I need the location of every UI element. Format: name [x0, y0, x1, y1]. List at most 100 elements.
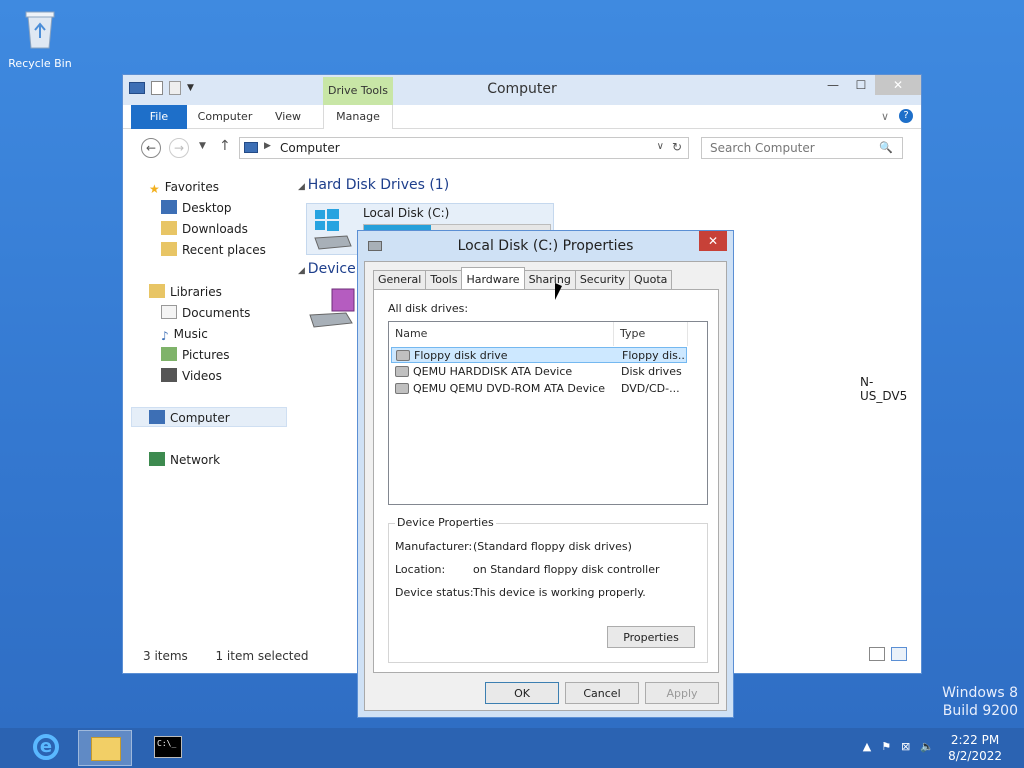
file-explorer-button[interactable] [78, 730, 132, 766]
internet-explorer-icon: e [33, 734, 59, 760]
floppy-drive-icon [396, 350, 410, 361]
column-header-name[interactable]: Name [389, 322, 614, 346]
nav-network-label: Network [170, 453, 221, 467]
device-status-label: Device status: [395, 586, 474, 599]
tab-computer[interactable]: Computer [195, 105, 255, 129]
recent-places-icon [161, 242, 177, 256]
group-hard-disk-drives[interactable]: ◢ Hard Disk Drives (1) [298, 177, 449, 193]
clock-time: 2:22 PM [950, 733, 1000, 747]
dvd-drive-label[interactable]: N-US_DV5 [860, 375, 918, 403]
navigation-bar: ← → ▼ ↑ ▶ Computer ∨ ↻ 🔍 [123, 133, 921, 163]
nav-favorites[interactable]: ★ Favorites [149, 177, 219, 197]
explorer-titlebar[interactable]: ▼ Drive Tools Computer — ☐ ✕ [123, 75, 921, 105]
cancel-button[interactable]: Cancel [565, 682, 639, 704]
nav-network[interactable]: Network [149, 450, 220, 470]
up-arrow-icon[interactable]: ↑ [219, 138, 231, 154]
location-label: Location: [395, 563, 446, 576]
disk-drives-list[interactable]: Name Type Floppy disk drive Floppy dis..… [388, 321, 708, 505]
column-header-type[interactable]: Type [614, 322, 688, 346]
tab-security[interactable]: Security [574, 270, 630, 290]
search-icon[interactable]: 🔍 [879, 141, 893, 154]
list-item[interactable]: QEMU HARDDISK ATA Device Disk drives [391, 364, 687, 380]
recycle-bin-label: Recycle Bin [8, 57, 72, 70]
close-button[interactable]: ✕ [875, 75, 921, 95]
taskbar: e C:\_ ▲ ⚑ ⊠ 🔈 2:22 PM 8/2/2022 [0, 728, 1024, 768]
maximize-button[interactable]: ☐ [847, 75, 875, 95]
nav-libraries[interactable]: Libraries [149, 282, 222, 302]
drive-c-name: Local Disk (C:) [363, 206, 450, 220]
list-item[interactable]: Floppy disk drive Floppy dis... [391, 347, 687, 363]
nav-desktop[interactable]: Desktop [161, 198, 232, 218]
command-prompt-button[interactable]: C:\_ [140, 730, 194, 766]
status-selected-count: 1 item selected [215, 649, 309, 663]
dialog-tabs: General Tools Hardware Sharing Security … [373, 267, 673, 290]
ok-button[interactable]: OK [485, 682, 559, 704]
recent-locations-icon[interactable]: ▼ [199, 141, 206, 151]
view-toggle [869, 647, 907, 661]
windows-drive-icon [314, 209, 352, 250]
watermark-line1: Windows 8 [942, 685, 1018, 701]
tab-general[interactable]: General [373, 270, 427, 290]
nav-pictures[interactable]: Pictures [161, 345, 230, 365]
drive-name: QEMU QEMU DVD-ROM ATA Device [413, 382, 606, 395]
details-view-icon[interactable] [869, 647, 885, 661]
show-hidden-icons-icon[interactable]: ▲ [863, 740, 871, 753]
address-bar[interactable]: ▶ Computer ∨ ↻ [239, 137, 689, 159]
tab-tools[interactable]: Tools [425, 270, 463, 290]
drive-name: QEMU HARDDISK ATA Device [413, 365, 573, 378]
back-button[interactable]: ← [141, 138, 161, 158]
tab-manage[interactable]: Manage [323, 105, 393, 129]
group-devices[interactable]: ◢ Device [298, 261, 356, 277]
volume-muted-icon[interactable]: 🔈 [920, 740, 934, 753]
search-input[interactable] [701, 137, 903, 159]
nav-documents-label: Documents [182, 306, 251, 320]
star-icon: ★ [149, 182, 160, 196]
hard-disk-icon [395, 366, 409, 377]
properties-button[interactable]: Properties [607, 626, 695, 648]
help-icon[interactable]: ? [899, 109, 913, 123]
nav-videos[interactable]: Videos [161, 366, 222, 386]
expand-ribbon-icon[interactable]: ∨ [881, 110, 889, 123]
tab-hardware[interactable]: Hardware [461, 267, 525, 290]
nav-music[interactable]: ♪ Music [161, 324, 208, 344]
status-bar: 3 items 1 item selected [143, 649, 309, 663]
chevron-right-icon[interactable]: ▶ [264, 141, 271, 151]
nav-downloads[interactable]: Downloads [161, 219, 248, 239]
system-tray: ▲ ⚑ ⊠ 🔈 [863, 740, 934, 753]
nav-documents[interactable]: Documents [161, 303, 250, 323]
location-value: on Standard floppy disk controller [473, 563, 660, 576]
computer-icon [149, 410, 165, 424]
tab-sharing[interactable]: Sharing [523, 270, 576, 290]
collapse-icon: ◢ [298, 266, 308, 276]
network-status-icon[interactable]: ⊠ [901, 740, 910, 753]
status-item-count: 3 items [143, 649, 188, 663]
ribbon-right: ∨ ? [881, 109, 913, 123]
drive-name: Floppy disk drive [414, 349, 508, 362]
tab-view[interactable]: View [263, 105, 313, 129]
music-icon: ♪ [161, 329, 169, 343]
nav-computer[interactable]: Computer [131, 407, 287, 427]
address-dropdown-icon[interactable]: ∨ [657, 141, 664, 152]
recycle-bin[interactable]: Recycle Bin [6, 6, 74, 70]
internet-explorer-button[interactable]: e [18, 730, 72, 766]
downloads-icon [161, 221, 177, 235]
minimize-button[interactable]: — [819, 75, 847, 95]
nav-recent-places[interactable]: Recent places [161, 240, 266, 260]
forward-button[interactable]: → [169, 138, 189, 158]
nav-recent-places-label: Recent places [182, 243, 266, 257]
dialog-body: General Tools Hardware Sharing Security … [364, 261, 727, 711]
dialog-close-button[interactable]: ✕ [699, 231, 727, 251]
tiles-view-icon[interactable] [891, 647, 907, 661]
refresh-icon[interactable]: ↻ [672, 140, 682, 154]
apply-button[interactable]: Apply [645, 682, 719, 704]
clock[interactable]: 2:22 PM 8/2/2022 [948, 732, 1002, 764]
action-center-flag-icon[interactable]: ⚑ [881, 740, 891, 753]
command-prompt-icon: C:\_ [154, 736, 182, 758]
tab-file[interactable]: File [131, 105, 187, 129]
network-icon [149, 452, 165, 466]
libraries-icon [149, 284, 165, 298]
device-status-value: This device is working properly. [473, 586, 646, 599]
list-item[interactable]: QEMU QEMU DVD-ROM ATA Device DVD/CD-... [391, 381, 687, 397]
tab-quota[interactable]: Quota [628, 270, 673, 290]
floppy-dvd-drive-icon[interactable] [308, 287, 356, 331]
